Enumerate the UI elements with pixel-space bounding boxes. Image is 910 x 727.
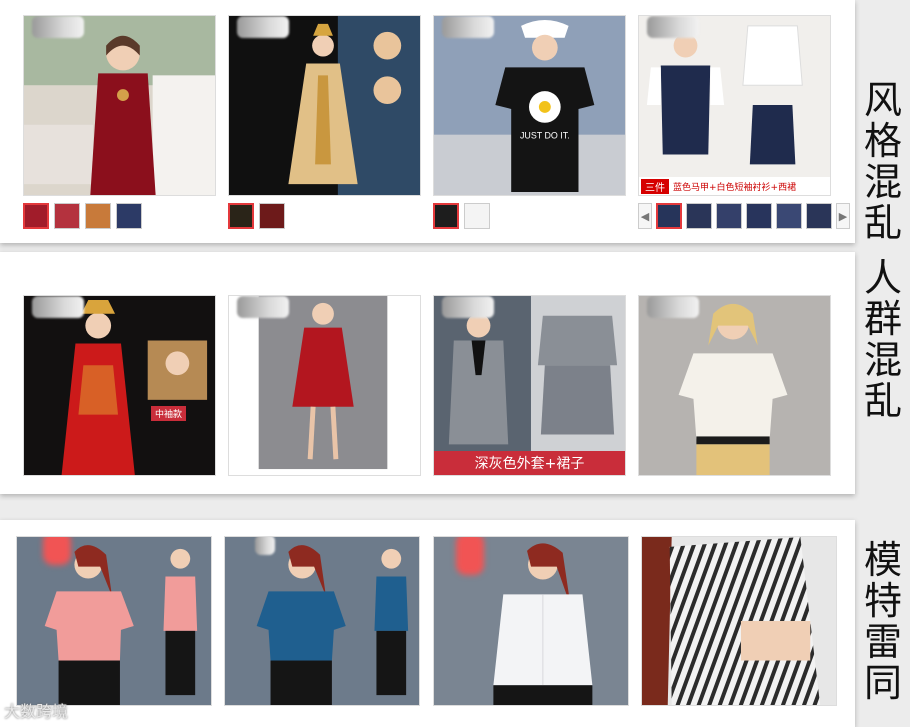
blurred-badge xyxy=(456,537,484,575)
product-caption: 深灰色外套+裙子 xyxy=(434,451,625,475)
thumbnail[interactable] xyxy=(259,203,285,229)
product-image-black-tshirt-dress[interactable]: JUST DO IT. xyxy=(433,15,626,196)
black-tshirt-photo: JUST DO IT. xyxy=(434,16,625,195)
product-image-red-dress[interactable] xyxy=(23,15,216,196)
product-image-grey-suit[interactable]: 深灰色外套+裙子 xyxy=(433,295,626,476)
product-image-striped-shirt[interactable] xyxy=(641,536,837,706)
uniform-set-photo xyxy=(639,16,830,195)
thumbnail[interactable] xyxy=(54,203,80,229)
thumbnail[interactable] xyxy=(806,203,832,229)
thumbnail-strip-1 xyxy=(23,203,142,229)
product-caption: 三件 蓝色马甲+白色短袖衬衫+西裙 xyxy=(639,177,830,195)
watermark: 大数跨境 xyxy=(4,702,69,721)
product-image-pink-tshirt-set[interactable] xyxy=(16,536,212,706)
blurred-logo xyxy=(442,16,494,38)
label-model-same: 模特雷同 xyxy=(863,538,902,705)
thumbnail[interactable] xyxy=(433,203,459,229)
red-lace-dress-photo xyxy=(229,296,420,475)
tshirt-print-text: JUST DO IT. xyxy=(520,131,570,141)
thumbnail[interactable] xyxy=(776,203,802,229)
wedding-gown-photo xyxy=(229,16,420,195)
product-image-wedding-gown[interactable] xyxy=(228,15,421,196)
thumbnail[interactable] xyxy=(716,203,742,229)
blurred-logo xyxy=(32,296,84,318)
caption-text: 蓝色马甲+白色短袖衬衫+西裙 xyxy=(673,182,797,193)
thumbnail[interactable] xyxy=(464,203,490,229)
thumbnail[interactable] xyxy=(116,203,142,229)
label-crowd-chaos: 人群混乱 xyxy=(863,256,902,423)
thumbnail[interactable] xyxy=(23,203,49,229)
caption-tag: 三件 xyxy=(641,178,669,194)
product-image-red-qipao[interactable]: 中袖款 xyxy=(23,295,216,476)
chevron-right-icon[interactable]: ▶ xyxy=(836,203,850,229)
red-dress-photo xyxy=(24,16,215,195)
blurred-logo xyxy=(32,16,84,38)
red-qipao-photo xyxy=(24,296,215,475)
thumbnail[interactable] xyxy=(85,203,111,229)
product-image-white-shirt[interactable] xyxy=(433,536,629,706)
thumbnail-strip-4: ◀ ▶ xyxy=(638,203,850,229)
blurred-logo xyxy=(442,296,494,318)
thumbnail[interactable] xyxy=(746,203,772,229)
style-banner: 中袖款 xyxy=(151,406,187,421)
label-style-chaos: 风格混乱 xyxy=(863,78,902,245)
blurred-logo xyxy=(255,537,275,555)
grey-suit-photo xyxy=(434,296,625,475)
blurred-logo xyxy=(237,296,289,318)
thumbnail-strip-2 xyxy=(228,203,285,229)
thumbnail[interactable] xyxy=(686,203,712,229)
thumbnail-strip-3 xyxy=(433,203,490,229)
product-image-blue-tshirt-set[interactable] xyxy=(224,536,420,706)
blue-tshirt-photo xyxy=(225,537,419,705)
product-image-uniform-set[interactable]: 三件 蓝色马甲+白色短袖衬衫+西裙 xyxy=(638,15,831,196)
chevron-left-icon[interactable]: ◀ xyxy=(638,203,652,229)
product-image-red-lace-dress[interactable] xyxy=(228,295,421,476)
blurred-logo xyxy=(237,16,289,38)
white-blouse-photo xyxy=(639,296,830,475)
blurred-logo xyxy=(647,16,699,38)
product-image-white-blouse[interactable] xyxy=(638,295,831,476)
thumbnail[interactable] xyxy=(228,203,254,229)
striped-shirt-photo xyxy=(642,537,836,705)
blurred-logo xyxy=(647,296,699,318)
thumbnail[interactable] xyxy=(656,203,682,229)
blurred-badge xyxy=(43,537,71,565)
